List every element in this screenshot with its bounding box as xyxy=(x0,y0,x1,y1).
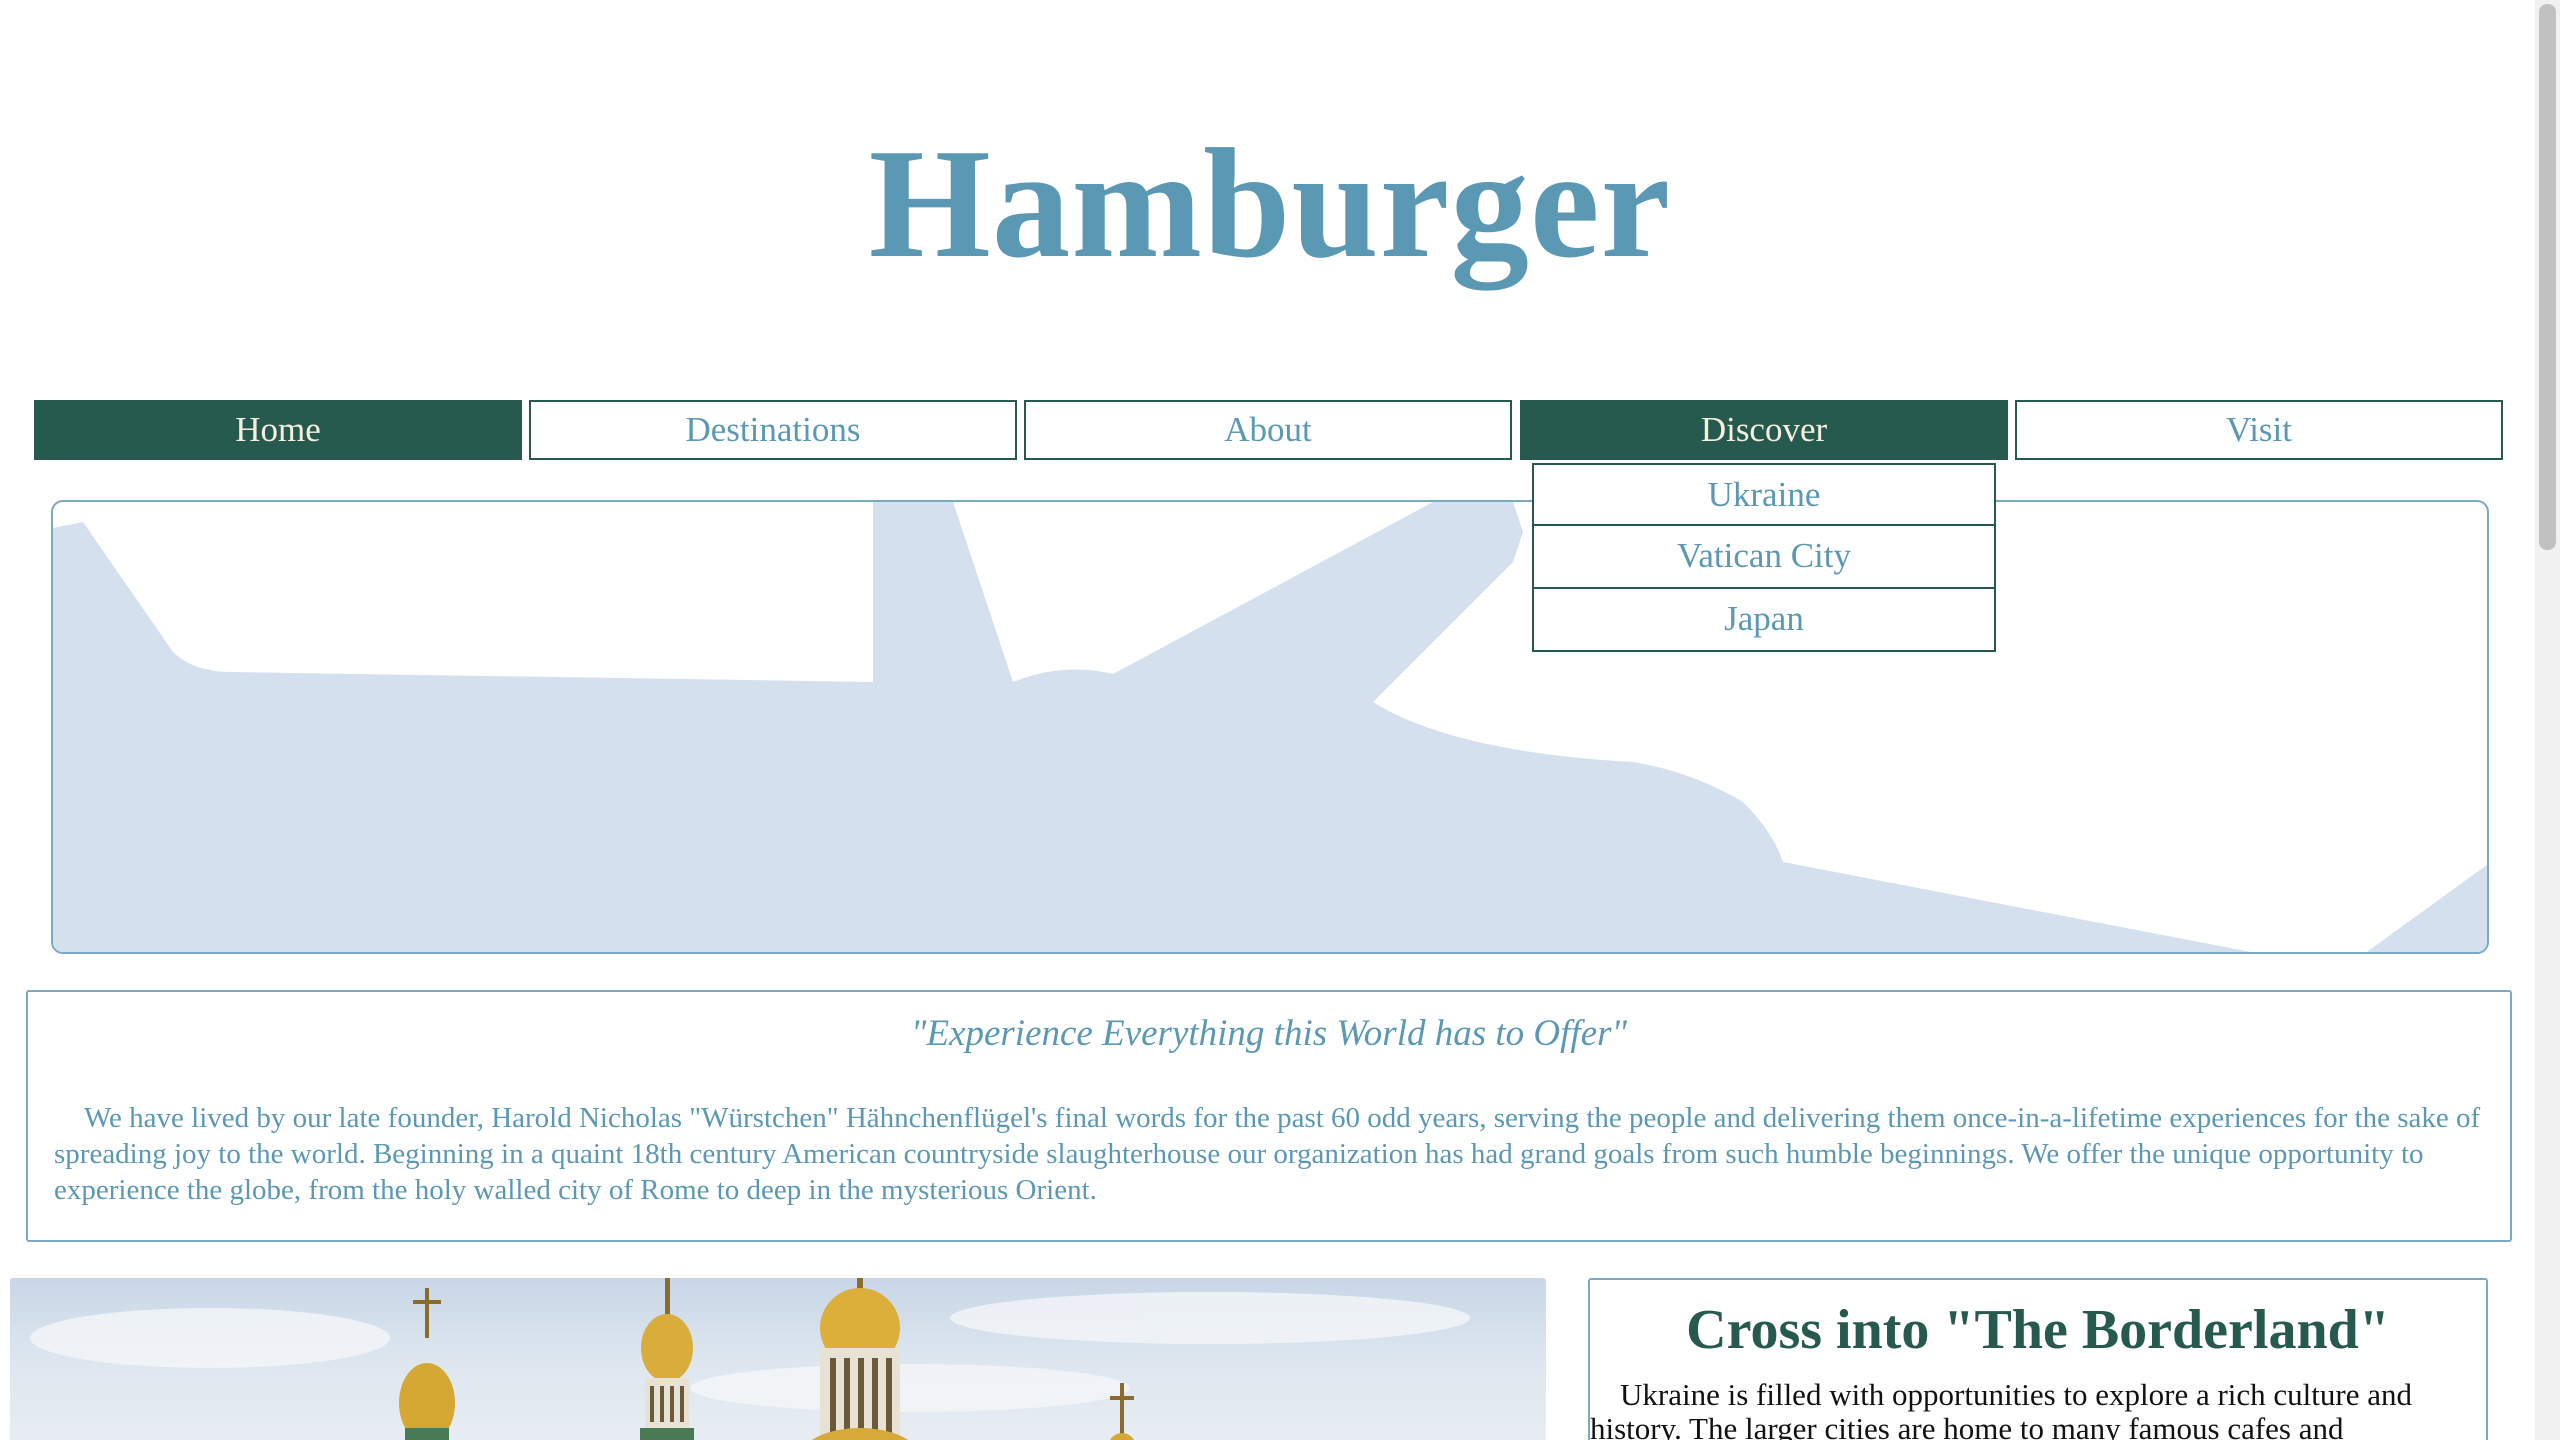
nav-item-about[interactable]: About xyxy=(1024,400,1512,460)
nav-item-destinations[interactable]: Destinations xyxy=(529,400,1017,460)
feature-card: Cross into "The Borderland" Ukraine is f… xyxy=(1588,1278,2488,1440)
main-nav: Home Destinations About Discover Visit xyxy=(34,400,2504,464)
intro-paragraph: We have lived by our late founder, Harol… xyxy=(54,1102,2481,1206)
intro-section: "Experience Everything this World has to… xyxy=(26,990,2512,1242)
ukraine-photo xyxy=(10,1278,1546,1440)
page: Hamburger Home Destinations About Discov… xyxy=(0,0,2560,1440)
discover-dropdown: Ukraine Vatican City Japan xyxy=(1532,463,1996,652)
scrollbar-thumb[interactable] xyxy=(2539,4,2556,550)
cathedral-domes-icon xyxy=(30,1278,1470,1440)
feature-title: Cross into "The Borderland" xyxy=(1686,1299,2390,1361)
airplane-silhouette-icon xyxy=(53,502,2487,952)
vertical-scrollbar[interactable] xyxy=(2535,0,2560,1440)
hero-banner xyxy=(51,500,2489,954)
site-title: Hamburger xyxy=(868,116,1672,290)
dropdown-item-ukraine[interactable]: Ukraine xyxy=(1532,463,1996,526)
dropdown-item-vatican-city[interactable]: Vatican City xyxy=(1532,526,1996,589)
feature-text: Ukraine is filled with opportunities to … xyxy=(1590,1377,2412,1440)
nav-item-discover[interactable]: Discover xyxy=(1520,400,2008,460)
nav-item-home[interactable]: Home xyxy=(34,400,522,460)
tagline: "Experience Everything this World has to… xyxy=(910,1013,1628,1054)
nav-item-visit[interactable]: Visit xyxy=(2015,400,2503,460)
dropdown-item-japan[interactable]: Japan xyxy=(1532,589,1996,652)
